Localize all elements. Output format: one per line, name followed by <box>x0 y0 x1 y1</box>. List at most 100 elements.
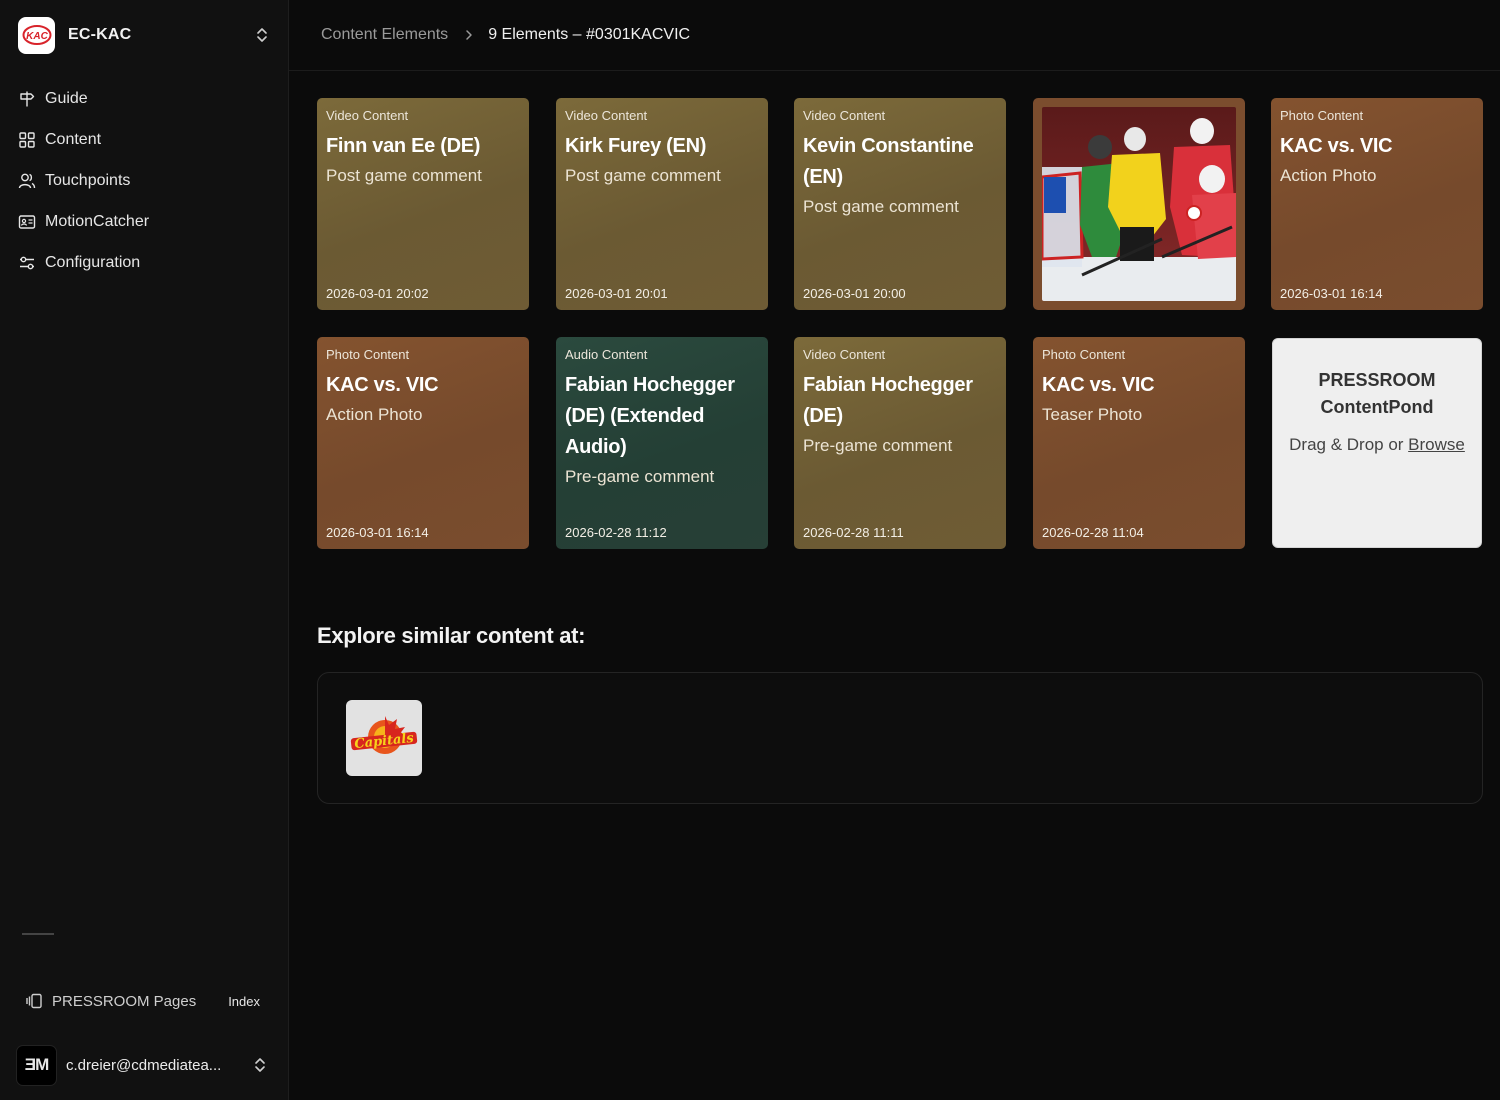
content-card[interactable]: Photo Content KAC vs. VIC Action Photo 2… <box>317 337 529 549</box>
nav-item-motioncatcher[interactable]: MotionCatcher <box>18 201 274 242</box>
pages-label: PRESSROOM Pages <box>52 992 197 1010</box>
card-type: Video Content <box>326 108 409 123</box>
chevron-updown-icon <box>254 1056 266 1074</box>
card-type: Video Content <box>803 347 886 362</box>
card-title: Kirk Furey (EN) Post game comment <box>565 131 760 190</box>
pages-index-link[interactable]: Index <box>228 994 260 1009</box>
card-date: 2026-03-01 16:14 <box>326 525 429 540</box>
card-date: 2026-02-28 11:12 <box>565 525 667 540</box>
photo-thumbnail-card[interactable] <box>1033 98 1245 310</box>
card-date: 2026-03-01 16:14 <box>1280 286 1383 301</box>
card-type: Photo Content <box>1280 108 1364 123</box>
nav-label: Touchpoints <box>45 171 131 189</box>
content-card[interactable]: Video Content Kirk Furey (EN) Post game … <box>556 98 768 310</box>
nav-item-touchpoints[interactable]: Touchpoints <box>18 160 274 201</box>
grid-icon <box>18 131 36 149</box>
content-card[interactable]: Photo Content KAC vs. VIC Teaser Photo 2… <box>1033 337 1245 549</box>
background-photo-texture <box>481 448 529 512</box>
kac-logo: KAC <box>18 16 55 54</box>
content-card[interactable]: Video Content Finn van Ee (DE) Post game… <box>317 98 529 310</box>
explore-partners: Capitals <box>317 672 1483 804</box>
nav-label: Content <box>45 130 102 148</box>
partner-logo-capitals[interactable]: Capitals <box>346 700 422 776</box>
card-subtitle: Pre-game comment <box>565 467 715 486</box>
nav-item-guide[interactable]: Guide <box>18 78 274 119</box>
breadcrumb-content-elements[interactable]: Content Elements <box>321 26 448 44</box>
card-subtitle: Post game comment <box>565 166 721 185</box>
card-date: 2026-02-28 11:11 <box>803 525 904 540</box>
card-type: Video Content <box>803 108 886 123</box>
content-card[interactable]: Video Content Kevin Constantine (EN) Pos… <box>794 98 1006 310</box>
card-title: KAC vs. VIC Teaser Photo <box>1042 370 1237 429</box>
users-icon <box>18 172 36 190</box>
app-root: KAC EC-KAC Guide Content Touchpoints Mot… <box>0 0 1500 1100</box>
dropzone-title-line1: PRESSROOM <box>1318 370 1436 390</box>
card-title: KAC vs. VIC Action Photo <box>1280 131 1475 190</box>
dropzone-title: PRESSROOM ContentPond <box>1273 367 1481 421</box>
card-title-text: KAC vs. VIC <box>1280 135 1393 157</box>
card-type: Audio Content <box>565 347 648 362</box>
pressroom-pages[interactable]: PRESSROOM Pages Index <box>25 988 265 1014</box>
card-title: Fabian Hochegger (DE) (Extended Audio) P… <box>565 370 760 491</box>
card-title-text: Kirk Furey (EN) <box>565 135 707 157</box>
card-type: Video Content <box>565 108 648 123</box>
card-title: Fabian Hochegger (DE) Pre-game comment <box>803 370 998 460</box>
upload-dropzone[interactable]: PRESSROOM ContentPond Drag & Drop or Bro… <box>1272 338 1482 548</box>
card-type: Photo Content <box>1042 347 1126 362</box>
card-date: 2026-02-28 11:04 <box>1042 525 1144 540</box>
sidebar-divider <box>22 933 54 935</box>
hockey-action-photo <box>1042 107 1236 301</box>
main-nav: Guide Content Touchpoints MotionCatcher <box>18 78 274 283</box>
breadcrumb: Content Elements 9 Elements – #0301KACVI… <box>289 0 1500 71</box>
content-card[interactable]: Video Content Fabian Hochegger (DE) Pre-… <box>794 337 1006 549</box>
card-subtitle: Action Photo <box>326 405 423 424</box>
card-subtitle: Post game comment <box>803 197 959 216</box>
nav-label: MotionCatcher <box>45 212 150 230</box>
card-title-text: KAC vs. VIC <box>1042 374 1155 396</box>
svg-text:KAC: KAC <box>26 31 48 42</box>
card-title-text: KAC vs. VIC <box>326 374 439 396</box>
user-email: c.dreier@cdmediatea... <box>66 1056 222 1074</box>
dropzone-instruction: Drag & Drop or <box>1289 435 1409 454</box>
sidebar: KAC EC-KAC Guide Content Touchpoints Mot… <box>0 0 289 1100</box>
dropzone-text: Drag & Drop or Browse <box>1273 435 1481 455</box>
pages-icon <box>25 992 43 1010</box>
content-card[interactable]: Photo Content KAC vs. VIC Action Photo 2… <box>1271 98 1483 310</box>
nav-item-content[interactable]: Content <box>18 119 274 160</box>
card-title-text: Kevin Constantine (EN) <box>803 135 974 188</box>
explore-title: Explore similar content at: <box>317 623 586 648</box>
avatar-text: ƎM <box>24 1055 49 1074</box>
card-title-text: Fabian Hochegger (DE) <box>803 374 973 427</box>
card-title: Kevin Constantine (EN) Post game comment <box>803 131 998 221</box>
card-date: 2026-03-01 20:02 <box>326 286 429 301</box>
card-date: 2026-03-01 20:01 <box>565 286 668 301</box>
chevron-updown-icon <box>256 26 268 44</box>
browse-link[interactable]: Browse <box>1408 435 1465 454</box>
dropzone-title-line2: ContentPond <box>1320 397 1434 417</box>
org-switcher[interactable]: KAC EC-KAC <box>18 16 274 54</box>
content-card[interactable]: Audio Content Fabian Hochegger (DE) (Ext… <box>556 337 768 549</box>
org-name: EC-KAC <box>68 26 132 43</box>
card-subtitle: Action Photo <box>1280 166 1377 185</box>
card-subtitle: Pre-game comment <box>803 436 953 455</box>
chevron-right-icon <box>464 29 474 41</box>
card-type: Photo Content <box>326 347 410 362</box>
sliders-icon <box>18 254 36 272</box>
card-title: Finn van Ee (DE) Post game comment <box>326 131 521 190</box>
card-date: 2026-03-01 20:00 <box>803 286 906 301</box>
card-subtitle: Post game comment <box>326 166 482 185</box>
nav-label: Configuration <box>45 253 141 271</box>
content-grid: Video Content Finn van Ee (DE) Post game… <box>317 98 1483 549</box>
user-switcher[interactable]: ƎM c.dreier@cdmediatea... <box>16 1044 274 1086</box>
card-title: KAC vs. VIC Action Photo <box>326 370 521 429</box>
capitals-logo: Capitals <box>350 716 418 754</box>
nav-item-configuration[interactable]: Configuration <box>18 242 274 283</box>
breadcrumb-current: 9 Elements – #0301KACVIC <box>488 26 691 43</box>
svg-text:Capitals: Capitals <box>354 731 415 752</box>
card-title-text: Fabian Hochegger (DE) (Extended Audio) <box>565 374 735 458</box>
card-subtitle: Teaser Photo <box>1042 405 1143 424</box>
signpost-icon <box>18 90 36 108</box>
avatar: ƎM <box>16 1044 57 1086</box>
card-title-text: Finn van Ee (DE) <box>326 135 481 157</box>
id-card-icon <box>18 213 36 231</box>
